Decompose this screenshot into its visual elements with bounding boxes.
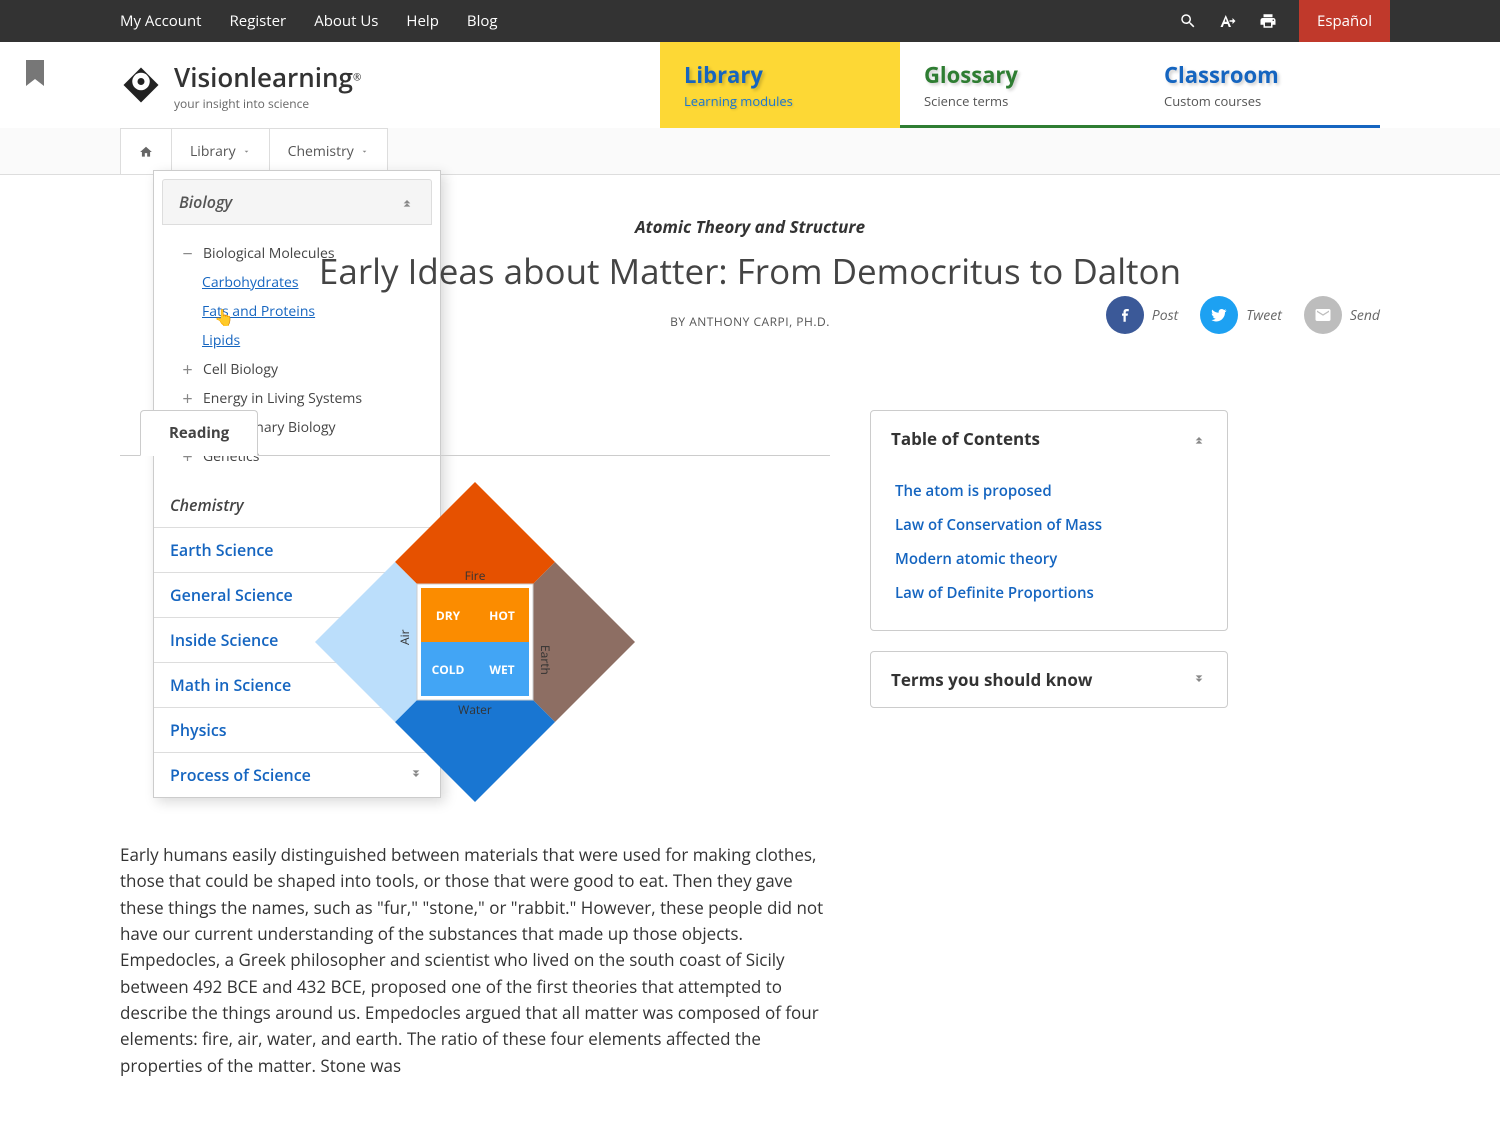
- nav-tab-library-title: Library: [684, 60, 876, 90]
- breadcrumb-chemistry-label: Chemistry: [288, 142, 354, 161]
- svg-text:HOT: HOT: [489, 607, 515, 624]
- reading-tab-bar: Reading: [120, 410, 830, 456]
- search-icon[interactable]: [1179, 12, 1197, 30]
- toc-item-atom-proposed[interactable]: The atom is proposed: [871, 474, 1227, 508]
- four-elements-diagram: DRY HOT COLD WET Fire Earth Water Air: [120, 482, 830, 802]
- breadcrumb-home[interactable]: [120, 128, 171, 174]
- logo[interactable]: Visionlearning® your insight into scienc…: [120, 42, 660, 128]
- email-icon: [1304, 296, 1342, 334]
- chevron-down-double-icon: [1191, 672, 1207, 688]
- share-email[interactable]: Send: [1304, 296, 1380, 334]
- about-us-link[interactable]: About Us: [314, 11, 378, 31]
- reading-tab[interactable]: Reading: [140, 410, 258, 456]
- breadcrumb-chemistry[interactable]: Chemistry: [269, 128, 388, 174]
- toc-panel: Table of Contents The atom is proposed L…: [870, 410, 1228, 631]
- breadcrumb-bar: Library Chemistry: [0, 128, 1500, 175]
- nav-tab-classroom-title: Classroom: [1164, 60, 1356, 90]
- nav-tab-classroom[interactable]: Classroom Custom courses: [1140, 42, 1380, 128]
- logo-text: Visionlearning: [174, 59, 353, 95]
- nav-tab-library-sub: Learning modules: [684, 92, 876, 110]
- chevron-up-double-icon: [1191, 431, 1207, 447]
- toc-item-conservation-mass[interactable]: Law of Conservation of Mass: [871, 508, 1227, 542]
- breadcrumb-library-label: Library: [190, 142, 236, 161]
- share-facebook-label: Post: [1152, 306, 1178, 325]
- nav-tab-classroom-sub: Custom courses: [1164, 92, 1356, 110]
- share-facebook[interactable]: Post: [1106, 296, 1178, 334]
- nav-tab-glossary-sub: Science terms: [924, 92, 1116, 110]
- my-account-link[interactable]: My Account: [120, 11, 202, 31]
- svg-text:Water: Water: [458, 701, 492, 718]
- svg-text:Earth: Earth: [537, 645, 554, 675]
- facebook-icon: [1106, 296, 1144, 334]
- main-content: Reading DRY HOT COLD WET Fire Earth: [120, 410, 830, 1079]
- biology-group-cell-biology[interactable]: + Cell Biology: [162, 355, 432, 384]
- chevron-down-icon: [242, 147, 251, 156]
- article-topic: Atomic Theory and Structure: [0, 215, 1500, 238]
- help-link[interactable]: Help: [406, 11, 438, 31]
- home-icon: [139, 145, 153, 159]
- blog-link[interactable]: Blog: [467, 11, 498, 31]
- terms-title: Terms you should know: [891, 668, 1092, 691]
- terms-panel: Terms you should know: [870, 651, 1228, 708]
- bookmark-icon[interactable]: [26, 60, 44, 86]
- dropdown-item-label: Cell Biology: [203, 360, 278, 379]
- svg-text:COLD: COLD: [432, 661, 465, 678]
- svg-text:Fire: Fire: [465, 567, 486, 584]
- share-twitter-label: Tweet: [1246, 306, 1282, 325]
- header: Visionlearning® your insight into scienc…: [0, 42, 1500, 128]
- svg-text:WET: WET: [489, 661, 514, 678]
- plus-icon: +: [182, 392, 193, 406]
- breadcrumb-library[interactable]: Library: [171, 128, 269, 174]
- svg-text:DRY: DRY: [436, 607, 461, 624]
- register-link[interactable]: Register: [230, 11, 287, 31]
- twitter-icon: [1200, 296, 1238, 334]
- article-title: Early Ideas about Matter: From Democritu…: [0, 248, 1500, 295]
- nav-tab-glossary-title: Glossary: [924, 60, 1116, 90]
- social-share: Post Tweet Send: [1106, 296, 1380, 334]
- chevron-down-icon: [360, 147, 369, 156]
- svg-text:Air: Air: [396, 629, 413, 645]
- toc-item-definite-proportions[interactable]: Law of Definite Proportions: [871, 576, 1227, 610]
- terms-header[interactable]: Terms you should know: [871, 652, 1227, 707]
- top-links: My Account Register About Us Help Blog: [120, 11, 498, 31]
- font-size-icon[interactable]: [1219, 12, 1237, 30]
- dropdown-item-label: Energy in Living Systems: [203, 389, 362, 408]
- share-twitter[interactable]: Tweet: [1200, 296, 1282, 334]
- sidebar: Table of Contents The atom is proposed L…: [870, 410, 1228, 1079]
- dropdown-link-lipids[interactable]: Lipids: [162, 326, 432, 355]
- share-email-label: Send: [1350, 306, 1380, 325]
- toc-title: Table of Contents: [891, 427, 1040, 450]
- top-right-tools: Español: [1179, 0, 1380, 42]
- logo-tagline: your insight into science: [174, 95, 361, 112]
- plus-icon: +: [182, 363, 193, 377]
- toc-list: The atom is proposed Law of Conservation…: [871, 466, 1227, 630]
- nav-tab-library[interactable]: Library Learning modules: [660, 42, 900, 128]
- top-bar: My Account Register About Us Help Blog E…: [0, 0, 1500, 42]
- biology-group-energy[interactable]: + Energy in Living Systems: [162, 384, 432, 413]
- article-body: Early humans easily distinguished betwee…: [120, 842, 830, 1079]
- print-icon[interactable]: [1259, 12, 1277, 30]
- nav-tab-glossary[interactable]: Glossary Science terms: [900, 42, 1140, 128]
- language-toggle[interactable]: Español: [1299, 0, 1390, 42]
- logo-icon: [120, 64, 162, 106]
- toc-header[interactable]: Table of Contents: [871, 411, 1227, 466]
- toc-item-atomic-theory[interactable]: Modern atomic theory: [871, 542, 1227, 576]
- nav-tabs: Library Learning modules Glossary Scienc…: [660, 42, 1380, 128]
